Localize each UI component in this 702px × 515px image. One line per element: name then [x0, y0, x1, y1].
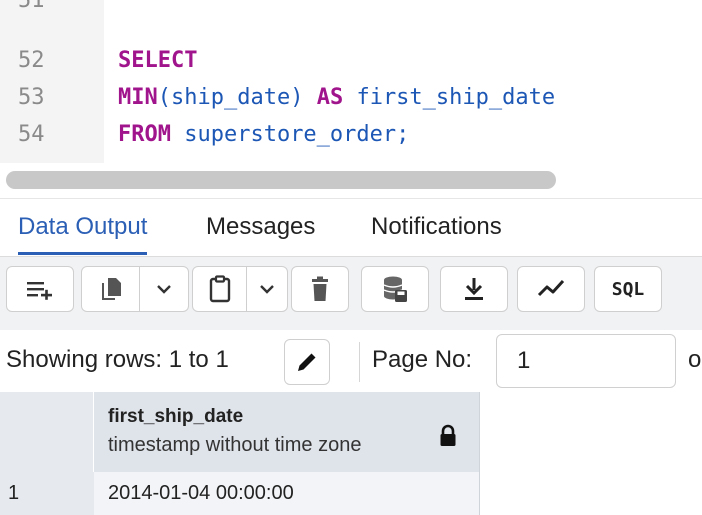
- paste-button-group[interactable]: [192, 266, 288, 312]
- pencil-icon: [295, 350, 319, 374]
- download-icon: [441, 267, 507, 311]
- graph-visualiser-button[interactable]: [517, 266, 585, 312]
- column-type: timestamp without time zone: [108, 434, 362, 456]
- download-button[interactable]: [440, 266, 508, 312]
- sql-identifier: superstore_order;: [170, 122, 410, 147]
- tab-messages[interactable]: Messages: [206, 211, 315, 255]
- tab-data-output[interactable]: Data Output: [18, 211, 148, 255]
- delete-button[interactable]: [291, 266, 349, 312]
- save-data-icon: [362, 267, 428, 311]
- page-of-text: o: [688, 346, 702, 373]
- lock-icon: [438, 424, 458, 448]
- sql-keyword: AS: [316, 85, 344, 110]
- sql-identifier: (ship_date): [157, 85, 317, 110]
- page-no-input[interactable]: [496, 334, 676, 388]
- add-row-button[interactable]: [6, 266, 74, 312]
- divider: [359, 342, 360, 382]
- data-toolbar: SQL: [0, 256, 702, 330]
- sql-identifier: first_ship_date: [343, 85, 556, 110]
- copy-button-group[interactable]: [81, 266, 189, 312]
- sql-keyword: FROM: [118, 122, 171, 147]
- copy-icon[interactable]: [82, 267, 140, 311]
- sql-label: SQL: [595, 267, 661, 311]
- table-cell[interactable]: 2014-01-04 00:00:00: [94, 472, 480, 515]
- tab-notifications[interactable]: Notifications: [371, 211, 502, 255]
- edit-rows-button[interactable]: [284, 339, 330, 385]
- code-text: SELECT: [118, 44, 197, 78]
- sql-keyword: MIN: [118, 85, 158, 110]
- code-text: MIN(ship_date) AS first_ship_date: [118, 81, 555, 115]
- line-number: 53: [18, 85, 45, 110]
- code-line-52[interactable]: 52 SELECT: [0, 44, 702, 78]
- code-line-54[interactable]: 54 FROM superstore_order;: [0, 118, 702, 152]
- chevron-down-icon[interactable]: [140, 267, 188, 311]
- result-grid: first_ship_date timestamp without time z…: [0, 392, 702, 515]
- sql-editor[interactable]: 51 52 SELECT 53 MIN(ship_date) AS first_…: [0, 0, 702, 198]
- code-text: FROM superstore_order;: [118, 118, 409, 152]
- add-row-icon: [7, 267, 73, 311]
- line-number: 54: [18, 122, 45, 147]
- row-number[interactable]: 1: [0, 472, 94, 515]
- horizontal-scrollbar-thumb[interactable]: [6, 171, 556, 189]
- output-tabs: Data Output Messages Notifications: [0, 198, 702, 256]
- sql-keyword: SELECT: [118, 48, 198, 73]
- line-number: 52: [18, 48, 45, 73]
- column-header[interactable]: first_ship_date timestamp without time z…: [94, 392, 480, 472]
- code-line-51[interactable]: 51: [0, 0, 702, 18]
- sql-text: SQL: [611, 278, 645, 300]
- delete-icon: [292, 267, 348, 311]
- chevron-down-icon[interactable]: [247, 267, 287, 311]
- paste-icon[interactable]: [193, 267, 247, 311]
- graph-icon: [518, 267, 584, 311]
- showing-rows-text: Showing rows: 1 to 1: [6, 346, 229, 373]
- page-no-label: Page No:: [372, 346, 473, 373]
- pagination-bar: Showing rows: 1 to 1 Page No: o: [0, 330, 702, 392]
- sql-button[interactable]: SQL: [594, 266, 662, 312]
- code-line-53[interactable]: 53 MIN(ship_date) AS first_ship_date: [0, 81, 702, 115]
- save-data-button[interactable]: [361, 266, 429, 312]
- grid-corner-cell[interactable]: [0, 392, 94, 472]
- column-name: first_ship_date: [108, 406, 244, 427]
- line-number: 51: [18, 0, 45, 13]
